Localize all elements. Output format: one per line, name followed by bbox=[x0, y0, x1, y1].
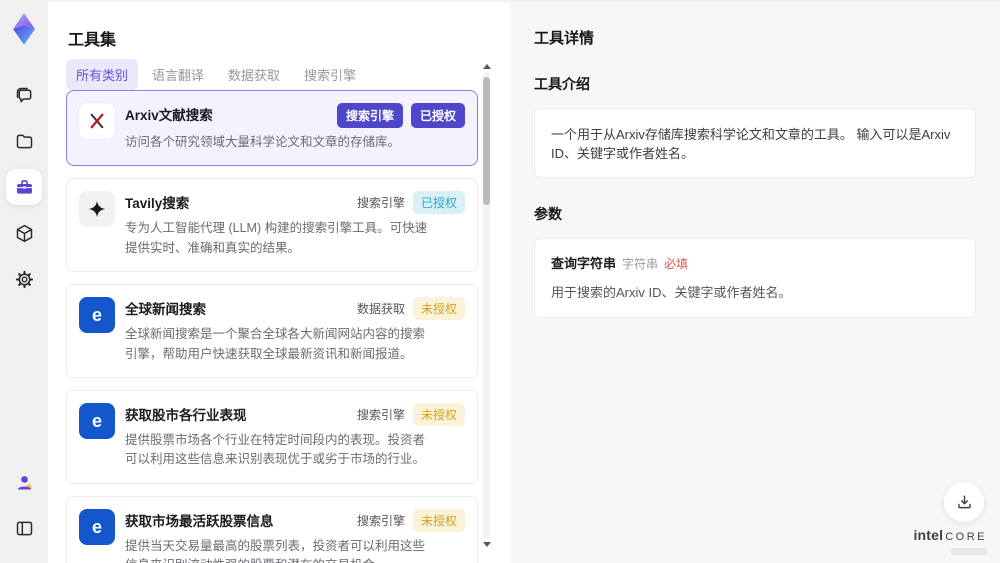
sidebar-item-tools[interactable] bbox=[6, 169, 42, 205]
tool-card-body: Tavily搜索 搜索引擎 已授权 专为人工智能代理 (LLM) 构建的搜索引擎… bbox=[125, 191, 465, 258]
category-badge: 搜索引擎 bbox=[336, 103, 403, 128]
tool-description: 全球新闻搜索是一个聚合全球各大新闻网站内容的搜索引擎，帮助用户快速获取全球最新资… bbox=[125, 327, 426, 361]
gear-icon bbox=[15, 270, 33, 288]
intro-card: 一个用于从Arxiv存储库搜索科学论文和文章的工具。 输入可以是Arxiv ID… bbox=[534, 108, 976, 178]
briefcase-icon bbox=[16, 179, 32, 194]
category-tab[interactable]: 搜索引擎 bbox=[294, 59, 366, 90]
params-heading: 参数 bbox=[534, 206, 562, 222]
news-logo-icon: e bbox=[91, 516, 102, 537]
scrollbar[interactable] bbox=[483, 64, 491, 547]
tool-icon: e bbox=[79, 508, 115, 545]
param-required-flag: 必填 bbox=[664, 257, 689, 271]
category-badge: 数据获取 bbox=[356, 302, 405, 317]
tool-badges: 数据获取 未授权 bbox=[356, 297, 465, 321]
category-badge: 搜索引擎 bbox=[356, 407, 405, 422]
tool-name: Arxiv文献搜索 bbox=[125, 108, 213, 123]
tool-list-panel: 工具集 所有类别 语言翻译 数据获取 搜索引擎 Arxiv文献搜索 搜索引擎 已… bbox=[48, 2, 510, 563]
folder-icon bbox=[16, 134, 32, 148]
tool-card-body: 获取市场最活跃股票信息 搜索引擎 未授权 提供当天交易量最高的股票列表，投资者可… bbox=[125, 508, 465, 563]
chat-icon bbox=[16, 87, 31, 102]
sidebar-item-files[interactable] bbox=[6, 123, 42, 159]
tool-name: Tavily搜索 bbox=[125, 196, 190, 212]
tool-card-body: 全球新闻搜索 数据获取 未授权 全球新闻搜索是一个聚合全球各大新闻网站内容的搜索… bbox=[125, 297, 465, 364]
intel-core-logo: intel core bbox=[913, 528, 987, 555]
params-list: 查询字符串 字符串 必填 用于搜索的Arxiv ID、关键字或作者姓名。 bbox=[534, 238, 976, 318]
tool-badges: 搜索引擎 已授权 bbox=[356, 191, 465, 215]
auth-status-badge: 未授权 bbox=[412, 297, 465, 321]
news-logo-icon: e bbox=[91, 410, 102, 431]
tool-icon: e bbox=[79, 103, 115, 139]
auth-status-badge: 未授权 bbox=[412, 508, 465, 532]
tool-badges: 搜索引擎 已授权 bbox=[336, 103, 465, 128]
page-title: 工具集 bbox=[68, 32, 117, 49]
app-window: 工具集 所有类别 语言翻译 数据获取 搜索引擎 Arxiv文献搜索 搜索引擎 已… bbox=[0, 0, 1000, 563]
tool-list: e bbox=[66, 90, 478, 563]
detail-title: 工具详情 bbox=[534, 30, 595, 47]
tool-name: 全球新闻搜索 bbox=[125, 302, 206, 318]
tool-name: 获取市场最活跃股票信息 bbox=[125, 513, 274, 529]
category-tab[interactable]: 数据获取 bbox=[218, 59, 290, 90]
user-icon bbox=[17, 475, 31, 489]
auth-status-badge: 已授权 bbox=[410, 103, 465, 128]
intro-text: 一个用于从Arxiv存储库搜索科学论文和文章的工具。 输入可以是Arxiv ID… bbox=[551, 127, 951, 161]
tool-card-body: 获取股市各行业表现 搜索引擎 未授权 提供股票市场各个行业在特定时间段内的表现。… bbox=[125, 402, 465, 470]
param-description: 用于搜索的Arxiv ID、关键字或作者姓名。 bbox=[551, 285, 792, 300]
tool-card-body: Arxiv文献搜索 搜索引擎 已授权 访问各个研究领域大量科学论文和文章的存储库… bbox=[125, 103, 465, 152]
sidebar-item-account[interactable] bbox=[6, 464, 42, 500]
arxiv-icon bbox=[90, 113, 104, 129]
scrollbar-thumb[interactable] bbox=[483, 77, 490, 205]
tool-icon: e bbox=[79, 297, 115, 334]
category-badge: 搜索引擎 bbox=[356, 196, 405, 211]
tool-badges: 搜索引擎 未授权 bbox=[356, 508, 465, 532]
intro-heading: 工具介绍 bbox=[534, 76, 590, 92]
sidebar-item-settings[interactable] bbox=[6, 261, 42, 297]
sidebar-item-chat[interactable] bbox=[6, 77, 42, 113]
sidebar-item-collapse[interactable] bbox=[6, 510, 42, 546]
app-logo-icon bbox=[13, 13, 35, 45]
sidebar-item-plugins[interactable] bbox=[6, 215, 42, 251]
sparkle-icon bbox=[88, 201, 106, 218]
brand-subtext-bar bbox=[951, 548, 987, 555]
icon-sidebar bbox=[0, 2, 48, 563]
tool-card[interactable]: e bbox=[66, 284, 478, 378]
tool-description: 访问各个研究领域大量科学论文和文章的存储库。 bbox=[125, 135, 401, 149]
param-name: 查询字符串 bbox=[551, 256, 617, 271]
category-tab[interactable]: 语言翻译 bbox=[142, 59, 214, 90]
brand-primary: intel bbox=[913, 527, 944, 543]
category-tab[interactable]: 所有类别 bbox=[66, 59, 139, 90]
tool-name: 获取股市各行业表现 bbox=[125, 407, 247, 423]
news-logo-icon: e bbox=[91, 305, 102, 326]
tool-icon: e bbox=[79, 191, 115, 228]
download-icon bbox=[957, 494, 971, 508]
tool-card[interactable]: e bbox=[66, 495, 478, 563]
category-tabs: 所有类别 语言翻译 数据获取 搜索引擎 bbox=[66, 59, 366, 90]
tool-description: 提供股票市场各个行业在特定时间段内的表现。投资者可以利用这些信息来识别表现优于或… bbox=[125, 432, 426, 467]
tool-description: 提供当天交易量最高的股票列表，投资者可以利用这些信息来识别流动性强的股票和潜在的… bbox=[125, 538, 426, 563]
tool-description: 专为人工智能代理 (LLM) 构建的搜索引擎工具。可快速提供实时、准确和真实的结… bbox=[125, 221, 428, 255]
category-badge: 搜索引擎 bbox=[356, 513, 405, 528]
panel-toggle-icon bbox=[16, 521, 32, 535]
brand-secondary: core bbox=[945, 531, 987, 543]
auth-status-badge: 已授权 bbox=[412, 191, 465, 215]
tool-card[interactable]: e bbox=[66, 90, 478, 167]
tool-detail-panel: 工具详情 工具介绍 一个用于从Arxiv存储库搜索科学论文和文章的工具。 输入可… bbox=[510, 2, 1000, 563]
scrollbar-up-arrow[interactable] bbox=[483, 64, 491, 69]
tool-badges: 搜索引擎 未授权 bbox=[356, 402, 465, 426]
download-button[interactable] bbox=[943, 481, 985, 523]
tool-icon: e bbox=[79, 402, 115, 439]
auth-status-badge: 未授权 bbox=[412, 402, 465, 426]
param-card: 查询字符串 字符串 必填 用于搜索的Arxiv ID、关键字或作者姓名。 bbox=[534, 238, 976, 318]
cube-icon bbox=[16, 224, 32, 242]
scrollbar-down-arrow[interactable] bbox=[483, 542, 491, 547]
tool-card[interactable]: e bbox=[66, 389, 478, 484]
param-type: 字符串 bbox=[622, 257, 659, 271]
tool-card[interactable]: e bbox=[66, 178, 478, 273]
